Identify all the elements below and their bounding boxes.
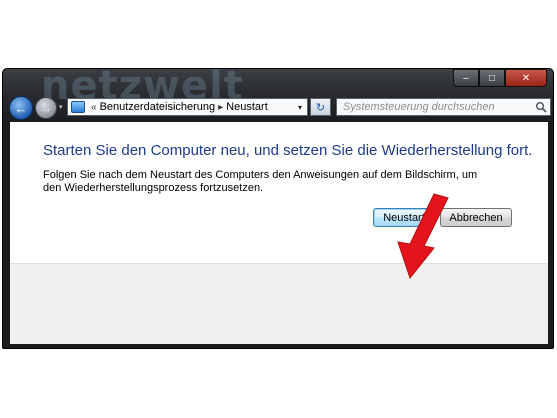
back-arrow-icon: ← [14, 100, 28, 116]
search-input[interactable]: Systemsteuerung durchsuchen [336, 98, 551, 116]
breadcrumb-benutzerdateisicherung[interactable]: Benutzerdateisicherung [100, 101, 216, 113]
page-title: Starten Sie den Computer neu, und setzen… [43, 142, 533, 159]
breadcrumb-neustart[interactable]: Neustart [226, 101, 268, 113]
search-icon[interactable] [535, 101, 547, 113]
forward-arrow-icon: → [40, 101, 52, 115]
back-button[interactable]: ← [9, 96, 33, 120]
breadcrumb-separator-icon[interactable]: ▸ [218, 102, 223, 113]
title-bar: netzwelt – □ ✕ ← → ▾ « Benutzerdateisich… [3, 69, 553, 121]
close-button[interactable]: ✕ [505, 69, 547, 87]
button-footer [10, 264, 548, 344]
search-placeholder: Systemsteuerung durchsuchen [343, 101, 495, 113]
window-controls: – □ ✕ [453, 69, 547, 87]
address-dropdown-icon[interactable]: ▾ [298, 103, 307, 112]
recent-pages-dropdown-icon[interactable]: ▾ [59, 103, 63, 111]
breadcrumb-overflow-icon[interactable]: « [91, 102, 97, 113]
maximize-button[interactable]: □ [479, 69, 505, 87]
minimize-button[interactable]: – [453, 69, 479, 87]
refresh-button[interactable]: ↻ [310, 98, 331, 116]
refresh-icon: ↻ [315, 101, 326, 114]
forward-button[interactable]: → [35, 97, 57, 119]
address-bar[interactable]: « Benutzerdateisicherung ▸ Neustart ▾ [67, 98, 308, 116]
control-panel-icon [71, 101, 85, 113]
main-content: Starten Sie den Computer neu, und setzen… [10, 122, 548, 344]
red-arrow-annotation-icon [397, 193, 449, 280]
